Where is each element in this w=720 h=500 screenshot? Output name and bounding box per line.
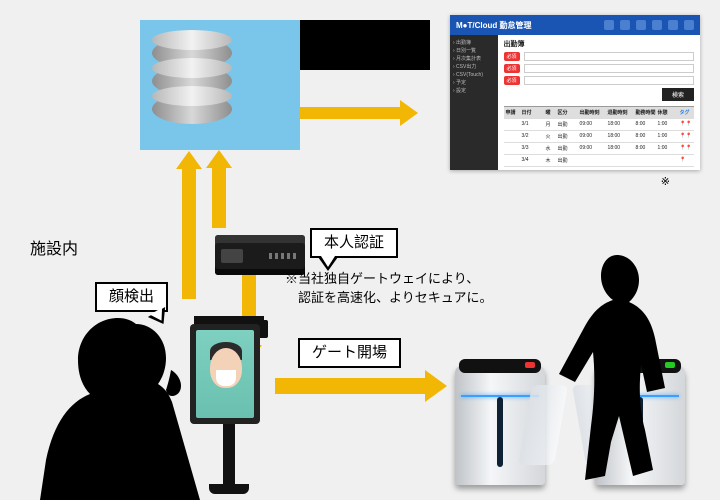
search-button[interactable]: 検索 <box>662 88 694 101</box>
input-2[interactable] <box>524 64 694 73</box>
sidebar-item[interactable]: › CSV出力 <box>453 63 495 71</box>
input-3[interactable] <box>524 76 694 85</box>
app-header-icons <box>604 20 694 30</box>
sidebar-item[interactable]: › 予定 <box>453 79 495 87</box>
person-silhouette-left <box>40 310 200 500</box>
gate-light-red <box>525 362 535 368</box>
database-icon <box>152 38 232 138</box>
sidebar-item[interactable]: › 出勤簿 <box>453 39 495 47</box>
person-silhouette-right <box>555 255 675 485</box>
sidebar-item[interactable]: › 日別一覧 <box>453 47 495 55</box>
app-title: 出勤簿 <box>504 39 694 49</box>
top-black-label <box>300 20 430 70</box>
input-1[interactable] <box>524 52 694 61</box>
sidebar-item[interactable]: › 設定 <box>453 87 495 95</box>
required-tag: 必須 <box>504 52 520 61</box>
gateway-note: ※当社独自ゲートウェイにより、 認証を高速化、よりセキュアに。 <box>285 268 492 306</box>
app-header: M●T/Cloud 勤怠管理 <box>450 15 700 35</box>
gate-open-label: ゲート開場 <box>298 338 401 368</box>
app-brand: M●T/Cloud 勤怠管理 <box>456 20 532 31</box>
face-kiosk <box>190 316 268 494</box>
app-caption: ※ <box>661 175 670 188</box>
diagram-stage: M●T/Cloud 勤怠管理 › 出勤簿› 日別一覧› 月次集計表› CSV出力… <box>0 0 720 500</box>
section-label: 施設内 <box>30 235 78 259</box>
auth-label: 本人認証 <box>310 228 398 258</box>
attendance-table: 申請日付曜区分出勤時刻退勤時刻勤務時間休憩タグ3/1月出勤09:0018:008… <box>504 106 694 167</box>
app-main: 出勤簿 必須 必須 必須 検索 申請日付曜区分出勤時刻退勤時刻勤務時間休憩タグ3… <box>498 35 700 170</box>
face-detect-label: 顔検出 <box>95 282 168 312</box>
app-sidebar[interactable]: › 出勤簿› 日別一覧› 月次集計表› CSV出力› CSV(Touch)› 予… <box>450 35 498 170</box>
cloud-app-window: M●T/Cloud 勤怠管理 › 出勤簿› 日別一覧› 月次集計表› CSV出力… <box>450 15 700 170</box>
sidebar-item[interactable]: › 月次集計表 <box>453 55 495 63</box>
sidebar-item[interactable]: › CSV(Touch) <box>453 71 495 79</box>
